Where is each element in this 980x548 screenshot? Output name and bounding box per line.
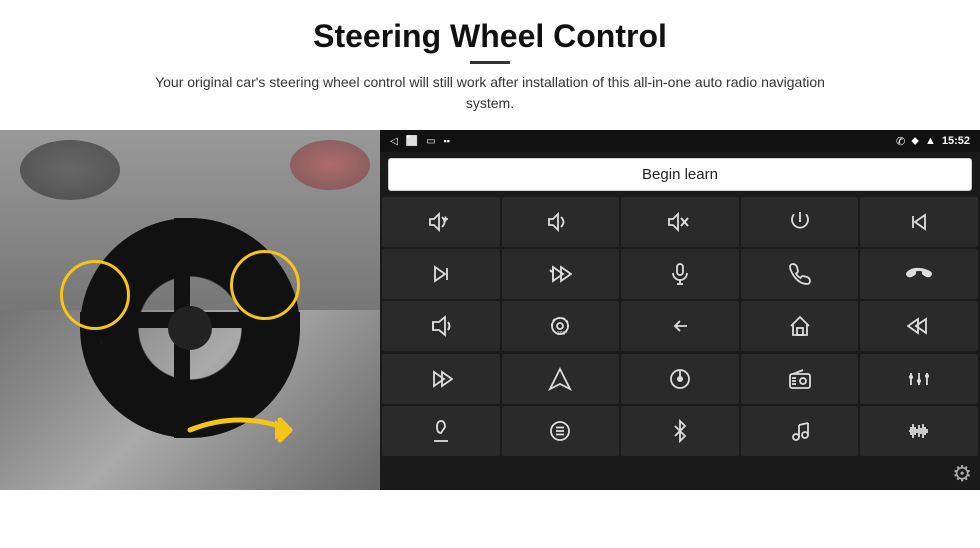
status-bar-right: ✆ ⬥ ▲ 15:52 [896, 135, 970, 148]
phone-signal-icon: ✆ [896, 135, 905, 148]
source-button[interactable] [621, 354, 739, 404]
begin-learn-row: Begin learn [380, 152, 980, 197]
next-track-button[interactable] [382, 249, 500, 299]
header-description: Your original car's steering wheel contr… [150, 72, 830, 114]
settings-row: ⚙ [380, 458, 980, 490]
battery-icon: ▪▪ [444, 136, 450, 146]
bluetooth-button[interactable] [621, 406, 739, 456]
home-nav-icon[interactable]: ⬜ [406, 136, 418, 147]
back-button[interactable] [621, 301, 739, 351]
android-screen: ◁ ⬜ ▭ ▪▪ ✆ ⬥ ▲ 15:52 Begin learn [380, 130, 980, 490]
home-button[interactable] [741, 301, 859, 351]
location-icon: ⬥ [911, 135, 919, 148]
recents-nav-icon[interactable]: ▭ [426, 136, 435, 147]
main-content: ◁ ⬜ ▭ ▪▪ ✆ ⬥ ▲ 15:52 Begin learn [0, 130, 980, 548]
horn-button[interactable] [382, 301, 500, 351]
begin-learn-button[interactable]: Begin learn [388, 158, 972, 191]
power-button[interactable] [741, 197, 859, 247]
cam-360-button[interactable]: 360° [502, 301, 620, 351]
page-title: Steering Wheel Control [40, 18, 940, 55]
vol-down-button[interactable] [502, 197, 620, 247]
prev-track-button[interactable] [860, 197, 978, 247]
time-display: 15:52 [942, 135, 970, 147]
arrow-indicator [180, 400, 320, 460]
svg-text:360°: 360° [557, 331, 567, 337]
vol-up-button[interactable] [382, 197, 500, 247]
music-button[interactable] [741, 406, 859, 456]
left-control-highlight [60, 260, 130, 330]
status-bar: ◁ ⬜ ▭ ▪▪ ✆ ⬥ ▲ 15:52 [380, 130, 980, 152]
fast-forward-button[interactable] [382, 354, 500, 404]
skip-forward-button[interactable] [502, 249, 620, 299]
eq-button[interactable] [860, 354, 978, 404]
mute-button[interactable] [621, 197, 739, 247]
rewind-button[interactable] [860, 301, 978, 351]
phone-button[interactable] [741, 249, 859, 299]
hang-up-button[interactable] [860, 249, 978, 299]
radio-button[interactable] [741, 354, 859, 404]
status-bar-left: ◁ ⬜ ▭ ▪▪ [390, 136, 450, 147]
wifi-icon: ▲ [925, 135, 936, 147]
back-nav-icon[interactable]: ◁ [390, 136, 398, 147]
right-control-highlight [230, 250, 300, 320]
navigate-button[interactable] [502, 354, 620, 404]
voice-button[interactable] [382, 406, 500, 456]
header: Steering Wheel Control Your original car… [0, 0, 980, 120]
waveform-button[interactable] [860, 406, 978, 456]
menu-button[interactable] [502, 406, 620, 456]
steering-wheel-image [0, 130, 380, 490]
mic-button[interactable] [621, 249, 739, 299]
title-divider [470, 61, 510, 64]
icon-grid: 360° [380, 197, 980, 458]
settings-icon[interactable]: ⚙ [952, 461, 972, 487]
page: Steering Wheel Control Your original car… [0, 0, 980, 548]
